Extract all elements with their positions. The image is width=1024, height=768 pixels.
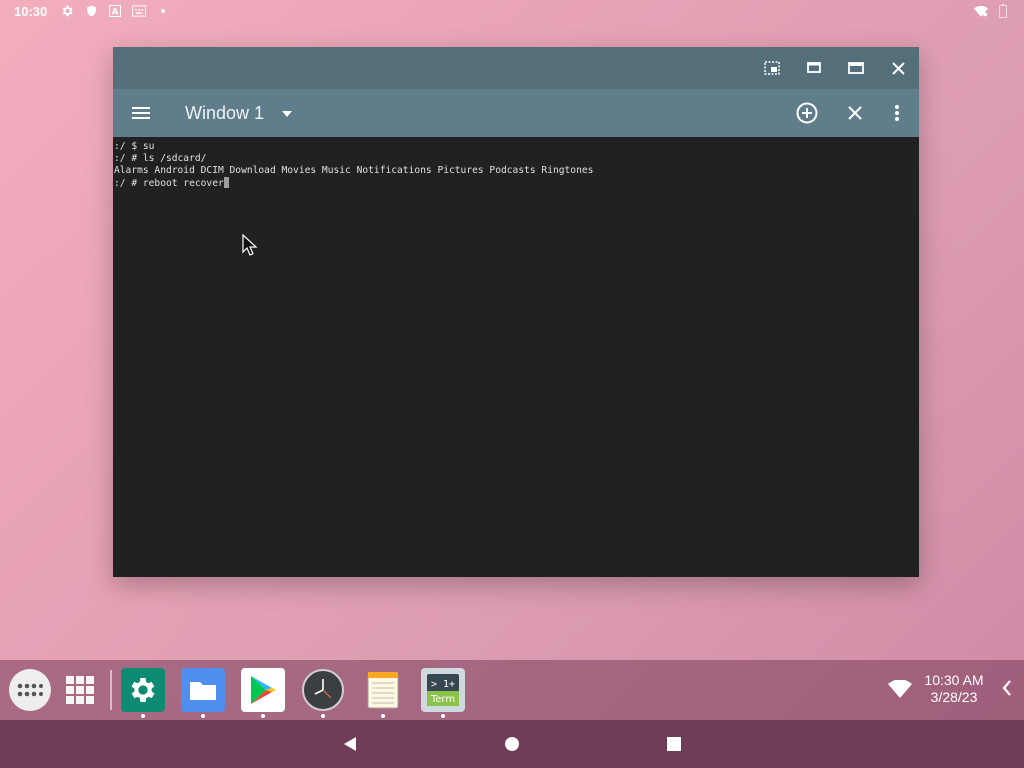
mouse-pointer-icon xyxy=(242,233,258,261)
svg-text:A: A xyxy=(112,8,119,18)
home-icon[interactable] xyxy=(502,734,522,754)
taskbar-clock[interactable]: 10:30 AM 3/28/23 xyxy=(918,672,990,706)
more-vert-icon[interactable] xyxy=(885,101,909,125)
app-drawer-icon[interactable] xyxy=(9,669,51,711)
picture-in-picture-icon[interactable] xyxy=(761,57,783,79)
app-toolbar: Window 1 xyxy=(113,89,919,137)
font-a-icon: A xyxy=(108,4,122,18)
clock-app-icon[interactable] xyxy=(301,668,345,718)
restore-icon[interactable] xyxy=(803,57,825,79)
terminal-window: Window 1 :/ $ su:/ # ls /sdcard/Alarms A… xyxy=(113,47,919,577)
svg-text:Term: Term xyxy=(430,694,455,705)
close-window-icon[interactable] xyxy=(843,101,867,125)
settings-app-icon[interactable] xyxy=(121,668,165,718)
add-window-icon[interactable] xyxy=(795,101,819,125)
recent-apps-grid-icon[interactable] xyxy=(58,668,102,712)
gear-icon xyxy=(60,4,74,18)
dot-icon xyxy=(156,4,170,18)
text-cursor xyxy=(223,177,229,188)
status-bar: 10:30 A xyxy=(0,0,1024,24)
keyboard-icon xyxy=(132,4,146,18)
terminal-line: :/ # reboot recover xyxy=(114,178,224,189)
wifi-icon xyxy=(974,4,988,18)
play-store-icon[interactable] xyxy=(241,668,285,718)
status-time: 10:30 xyxy=(14,4,48,19)
running-indicator xyxy=(321,714,325,718)
hamburger-menu-icon[interactable] xyxy=(129,101,153,125)
close-icon[interactable] xyxy=(887,57,909,79)
taskbar-divider xyxy=(110,670,112,710)
shield-icon xyxy=(84,4,98,18)
maximize-icon[interactable] xyxy=(845,57,867,79)
overview-icon[interactable] xyxy=(664,734,684,754)
terminal-input-line[interactable]: :/ # reboot recover xyxy=(114,177,918,190)
chevron-left-icon[interactable] xyxy=(1002,680,1012,701)
battery-icon xyxy=(996,4,1010,18)
terminal-output[interactable]: :/ $ su:/ # ls /sdcard/Alarms Android DC… xyxy=(113,137,919,577)
back-icon[interactable] xyxy=(340,734,360,754)
running-indicator xyxy=(381,714,385,718)
window-selector-label: Window 1 xyxy=(185,102,265,123)
taskbar: > 1+ Term 10:30 AM 3/28/23 xyxy=(0,660,1024,720)
window-selector-dropdown[interactable]: Window 1 xyxy=(185,101,293,125)
running-indicator xyxy=(441,714,445,718)
status-system-icons xyxy=(974,4,1010,18)
running-indicator xyxy=(261,714,265,718)
chevron-down-icon xyxy=(282,104,293,122)
files-app-icon[interactable] xyxy=(181,668,225,718)
running-indicator xyxy=(141,714,145,718)
running-indicator xyxy=(201,714,205,718)
terminal-line: :/ $ su xyxy=(114,141,155,152)
wifi-icon[interactable] xyxy=(888,679,912,703)
notes-app-icon[interactable] xyxy=(361,668,405,718)
terminal-app-icon[interactable]: > 1+ Term xyxy=(421,668,465,718)
navigation-bar xyxy=(0,720,1024,768)
svg-text:> 1+: > 1+ xyxy=(431,679,455,690)
window-caption-bar[interactable] xyxy=(113,47,919,89)
terminal-line: Alarms Android DCIM Download Movies Musi… xyxy=(114,165,594,176)
taskbar-date: 3/28/23 xyxy=(930,689,978,705)
taskbar-time: 10:30 AM xyxy=(924,672,984,688)
status-notification-icons: A xyxy=(60,4,170,18)
terminal-line: :/ # ls /sdcard/ xyxy=(114,153,207,164)
